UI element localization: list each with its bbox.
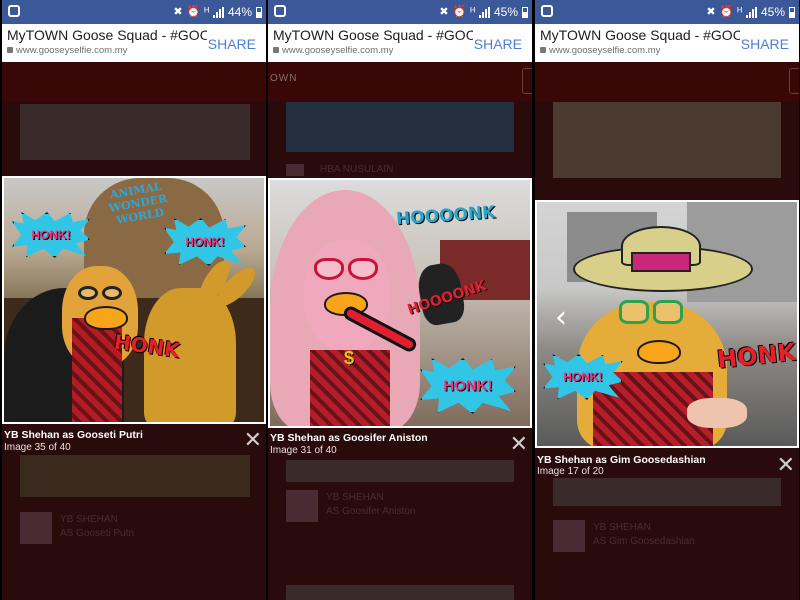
background-thumbnail xyxy=(286,585,514,600)
screenshot-panel-2: ✖ ⏰ ᴴ 45% MyTOWN Goose Squad - #GOOS... … xyxy=(268,0,532,600)
menu-button[interactable] xyxy=(789,68,799,94)
photo-caption: YB Shehan as Gooseti Putri xyxy=(4,429,143,441)
browser-header: MyTOWN Goose Squad - #GOOS... www.goosey… xyxy=(268,24,532,62)
lightbox-photo[interactable]: HONK! HONK ‹ xyxy=(535,200,799,448)
previous-arrow-icon[interactable]: ‹ xyxy=(555,300,567,335)
list-item-name: YB SHEHAN xyxy=(593,522,651,533)
list-item-subtitle: AS Gooseti Putri xyxy=(60,528,134,539)
sunglasses-sticker xyxy=(78,286,122,300)
lock-icon xyxy=(540,47,546,53)
close-icon[interactable]: ✕ xyxy=(510,434,528,456)
background-thumbnail xyxy=(553,102,781,178)
mute-icon: ✖ xyxy=(439,6,449,18)
url-text: www.gooseyselfie.com.my xyxy=(549,45,661,56)
page-backdrop xyxy=(535,62,799,102)
duck-beak-sticker xyxy=(84,306,128,330)
battery-percent: 45% xyxy=(760,5,785,19)
list-item-name: HBA NUSULAIN xyxy=(320,164,394,175)
page-backdrop xyxy=(2,62,266,102)
lock-icon xyxy=(273,47,279,53)
instagram-icon xyxy=(8,5,20,17)
avatar xyxy=(20,512,52,544)
alarm-icon: ⏰ xyxy=(719,6,734,18)
avatar xyxy=(286,490,318,522)
close-icon[interactable]: ✕ xyxy=(244,430,262,452)
battery-icon xyxy=(522,6,528,18)
image-counter: Image 35 of 40 xyxy=(4,442,71,453)
page-url: www.gooseyselfie.com.my xyxy=(7,45,127,56)
list-item-subtitle: AS Gim Goosedashian xyxy=(593,536,695,547)
network-icon: ᴴ xyxy=(737,6,742,18)
page-backdrop: OWN xyxy=(268,62,532,102)
list-item-name: YB SHEHAN xyxy=(326,492,384,503)
background-thumbnail xyxy=(20,104,250,160)
mute-icon: ✖ xyxy=(706,6,716,18)
browser-header: MyTOWN Goose Squad - #GOOS... www.goosey… xyxy=(535,24,799,62)
lightbox-photo[interactable]: $ HOOOONK HOOOONK HONK! xyxy=(268,178,532,428)
status-bar: ✖ ⏰ ᴴ 45% xyxy=(268,0,532,24)
status-bar: ✖ ⏰ ᴴ 44% xyxy=(2,0,266,24)
battery-icon xyxy=(789,6,795,18)
battery-icon xyxy=(256,6,262,18)
page-url: www.gooseyselfie.com.my xyxy=(273,45,393,56)
header-fragment: OWN xyxy=(270,73,298,84)
url-text: www.gooseyselfie.com.my xyxy=(282,45,394,56)
page-title: MyTOWN Goose Squad - #GOOS... xyxy=(540,27,740,43)
alarm-icon: ⏰ xyxy=(452,6,467,18)
status-bar: ✖ ⏰ ᴴ 45% xyxy=(535,0,799,24)
lightbox-photo[interactable]: ANIMAL WONDER WORLD HONK! HONK! HONK xyxy=(2,176,266,424)
instagram-icon xyxy=(541,5,553,17)
duck-beak-sticker xyxy=(637,340,681,364)
signal-icon xyxy=(745,6,757,18)
honk-text-sticker: HONK xyxy=(715,337,798,375)
battery-percent: 44% xyxy=(227,5,252,19)
list-item-subtitle: AS Goosifer Aniston xyxy=(326,506,416,517)
hand xyxy=(687,398,747,428)
signal-icon xyxy=(478,6,490,18)
background-thumbnail xyxy=(286,460,514,482)
url-text: www.gooseyselfie.com.my xyxy=(16,45,128,56)
page-title: MyTOWN Goose Squad - #GOOS... xyxy=(7,27,207,43)
page-url: www.gooseyselfie.com.my xyxy=(540,45,660,56)
background-thumbnail xyxy=(286,102,514,152)
image-counter: Image 31 of 40 xyxy=(270,445,337,456)
avatar xyxy=(286,164,304,176)
hooonk-text-sticker: HOOOONK xyxy=(395,202,497,230)
honk-burst-sticker: HONK! xyxy=(420,358,516,414)
battery-percent: 45% xyxy=(493,5,518,19)
lock-icon xyxy=(7,47,13,53)
list-item-name: YB SHEHAN xyxy=(60,514,118,525)
screenshot-panel-1: ✖ ⏰ ᴴ 44% MyTOWN Goose Squad - #GOOS... … xyxy=(2,0,266,600)
image-counter: Image 17 of 20 xyxy=(537,466,604,477)
share-button[interactable]: SHARE xyxy=(474,36,522,52)
alarm-icon: ⏰ xyxy=(186,6,201,18)
instagram-icon xyxy=(274,5,286,17)
photo-caption: YB Shehan as Gim Goosedashian xyxy=(537,454,706,466)
page-title: MyTOWN Goose Squad - #GOOS... xyxy=(273,27,473,43)
close-icon[interactable]: ✕ xyxy=(777,455,795,477)
network-icon: ᴴ xyxy=(470,6,475,18)
photo-caption: YB Shehan as Goosifer Aniston xyxy=(270,432,428,444)
share-button[interactable]: SHARE xyxy=(741,36,789,52)
honk-burst-sticker: HONK! xyxy=(12,212,90,258)
background-thumbnail xyxy=(553,478,781,506)
avatar xyxy=(553,520,585,552)
green-glasses-sticker xyxy=(619,300,683,324)
heart-glasses-sticker xyxy=(314,258,378,280)
share-button[interactable]: SHARE xyxy=(208,36,256,52)
background-thumbnail xyxy=(20,455,250,497)
network-icon: ᴴ xyxy=(204,6,209,18)
browser-header: MyTOWN Goose Squad - #GOOS... www.goosey… xyxy=(2,24,266,62)
mute-icon: ✖ xyxy=(173,6,183,18)
screenshot-panel-3: ✖ ⏰ ᴴ 45% MyTOWN Goose Squad - #GOOS... … xyxy=(535,0,799,600)
dollar-chain-sticker: $ xyxy=(344,348,355,368)
hat-bow-sticker xyxy=(631,252,691,272)
signal-icon xyxy=(212,6,224,18)
menu-button[interactable] xyxy=(522,68,532,94)
